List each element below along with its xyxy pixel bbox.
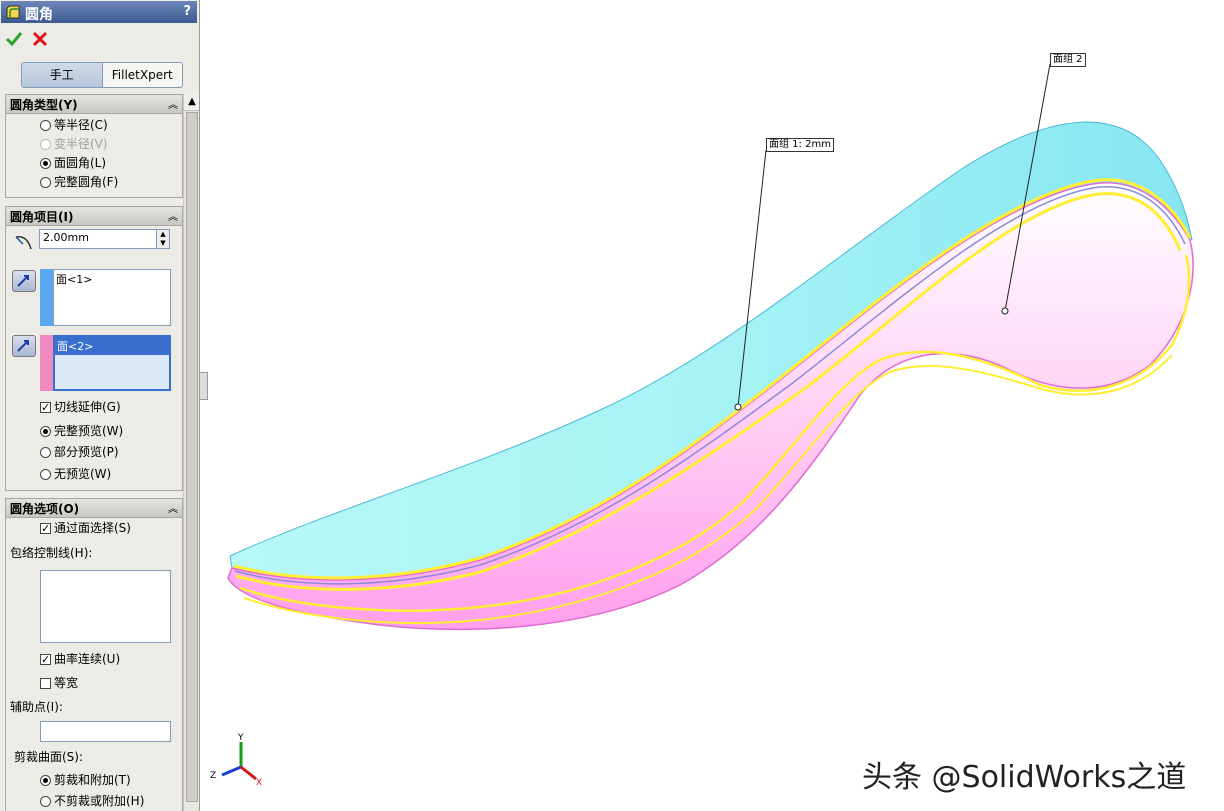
triad-x-label: X (256, 778, 262, 788)
fillet-items-header[interactable]: 圆角项目(I) ︽ (6, 207, 182, 226)
radius-icon (15, 236, 32, 250)
radio-face-fillet[interactable]: 面圆角(L) (40, 154, 106, 172)
face-set-1-list[interactable]: 面<1> (53, 269, 171, 326)
radius-spinner[interactable]: ▲ ▼ (156, 229, 170, 249)
curvature-continuous-checkbox[interactable]: 曲率连续(U) (40, 650, 120, 669)
fillet-options-title: 圆角选项(O) (10, 502, 80, 516)
radio-no-preview[interactable]: 无预览(W) (40, 465, 111, 483)
tab-filletxpert[interactable]: FilletXpert (103, 63, 183, 87)
face-set-2-color (40, 335, 53, 391)
face-set-2-list[interactable]: 面<2> (53, 335, 171, 391)
list-item[interactable]: 面<2> (55, 337, 169, 355)
fillet-icon (6, 5, 20, 19)
radio-trim-and-attach[interactable]: 剪裁和附加(T) (40, 771, 131, 789)
trim-label: 剪裁曲面(S): (14, 750, 84, 764)
scroll-thumb[interactable] (186, 112, 198, 802)
triad-y-label: Y (237, 733, 244, 743)
radio-full-round[interactable]: 完整圆角(F) (40, 173, 118, 191)
face-set-1-select-icon[interactable] (12, 270, 36, 292)
fillet-items-title: 圆角项目(I) (10, 210, 74, 224)
collapse-chevron-icon[interactable]: ︽ (168, 208, 178, 223)
radio-full-preview[interactable]: 完整预览(W) (40, 422, 123, 440)
fillet-options-group: 圆角选项(O) ︽ 通过面选择(S) 包络控制线(H): 曲率连续(U) 等宽 … (5, 498, 183, 811)
face-set-1-color (40, 269, 53, 326)
help-point-label: 辅助点(I): (10, 700, 63, 714)
help-point-field[interactable] (40, 721, 171, 742)
radio-variable-radius: 变半径(V) (40, 135, 108, 153)
list-item[interactable]: 面<1> (54, 270, 170, 288)
constant-width-checkbox[interactable]: 等宽 (40, 674, 78, 692)
select-through-faces-checkbox[interactable]: 通过面选择(S) (40, 519, 131, 538)
face-set-2-select-icon[interactable] (12, 335, 36, 357)
triad-z-label: Z (210, 771, 216, 781)
triad: Y Z X (210, 733, 262, 788)
tangent-propagation-checkbox[interactable]: 切线延伸(G) (40, 398, 121, 417)
radio-no-trim[interactable]: 不剪裁或附加(H) (40, 792, 144, 810)
collapse-chevron-icon[interactable]: ︽ (168, 96, 178, 111)
help-icon[interactable]: ? (183, 4, 191, 19)
graphics-viewport[interactable]: Y Z X (200, 0, 1224, 811)
panel-title: 圆角 (25, 7, 53, 23)
hold-line-list[interactable] (40, 570, 171, 643)
title-bar: 圆角 ? (1, 1, 197, 23)
fillet-type-title: 圆角类型(Y) (10, 98, 78, 112)
radius-input[interactable]: 2.00mm (39, 229, 157, 249)
scroll-up-icon[interactable]: ▲ (184, 94, 199, 111)
property-manager-panel: 圆角 ? 手工 FilletXpert 圆角类型(Y) ︽ 等半径(C) 变半径… (0, 0, 200, 811)
ok-button[interactable] (5, 30, 23, 48)
fillet-items-group: 圆角项目(I) ︽ 2.00mm ▲▼ 面<1> 面<2> 切线延伸(G) 完 (5, 206, 183, 491)
fillet-type-header[interactable]: 圆角类型(Y) ︽ (6, 95, 182, 114)
mode-tabs: 手工 FilletXpert (21, 62, 183, 88)
face-set-2-callout[interactable]: 面组 2 (1050, 53, 1086, 67)
fillet-type-group: 圆角类型(Y) ︽ 等半径(C) 变半径(V) 面圆角(L) 完整圆角(F) (5, 94, 183, 198)
collapse-chevron-icon[interactable]: ︽ (168, 500, 178, 515)
face-set-1-callout[interactable]: 面组 1: 2mm (766, 138, 834, 152)
hold-line-label: 包络控制线(H): (10, 546, 93, 560)
radio-constant-radius[interactable]: 等半径(C) (40, 116, 108, 134)
fillet-options-header[interactable]: 圆角选项(O) ︽ (6, 499, 182, 518)
radio-partial-preview[interactable]: 部分预览(P) (40, 443, 119, 461)
panel-scrollbar[interactable]: ▲ (183, 94, 199, 811)
watermark: 头条 @SolidWorks之道 (862, 760, 1187, 795)
cancel-button[interactable] (31, 30, 49, 48)
tab-manual[interactable]: 手工 (22, 63, 103, 87)
